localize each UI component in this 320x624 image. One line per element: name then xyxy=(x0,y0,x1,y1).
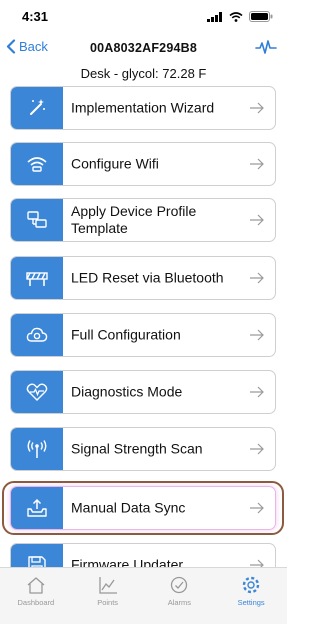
icon-tile xyxy=(11,143,63,185)
content-area[interactable]: Desk - glycol: 72.28 F Implementation Wi… xyxy=(0,62,287,568)
alarm-icon xyxy=(171,576,188,594)
gear-icon xyxy=(242,576,260,594)
menu-item-full-configuration[interactable]: Full Configuration xyxy=(10,313,276,357)
devices-icon xyxy=(27,211,47,228)
chevron-left-icon xyxy=(6,39,16,54)
pulse-icon xyxy=(255,40,277,54)
menu-item-label: Full Configuration xyxy=(71,326,181,343)
menu-item-diagnostics-mode[interactable]: Diagnostics Mode xyxy=(10,370,276,414)
back-button[interactable]: Back xyxy=(6,39,48,54)
tab-alarms[interactable]: Alarms xyxy=(144,568,216,624)
cellular-signal-icon xyxy=(207,11,222,22)
wifi-status-icon xyxy=(229,11,243,22)
tab-bar: Dashboard Points Alarms Settings xyxy=(0,567,287,624)
menu-item-label: Configure Wifi xyxy=(71,155,159,172)
menu-item-apply-device-profile-template[interactable]: Apply Device Profile Template xyxy=(10,198,276,242)
icon-tile xyxy=(11,371,63,413)
battery-icon xyxy=(249,11,273,22)
activity-button[interactable] xyxy=(255,39,277,60)
arrow-right-icon xyxy=(249,102,265,114)
heart-pulse-icon xyxy=(26,383,48,401)
menu-item-implementation-wizard[interactable]: Implementation Wizard xyxy=(10,86,276,130)
icon-tile xyxy=(11,428,63,470)
status-time: 4:31 xyxy=(22,9,49,24)
menu-item-signal-strength-scan[interactable]: Signal Strength Scan xyxy=(10,427,276,471)
upload-tray-icon xyxy=(27,498,47,517)
menu-item-label: Apply Device Profile Template xyxy=(71,203,197,236)
chart-icon xyxy=(98,577,117,594)
icon-tile xyxy=(11,314,63,356)
status-icons xyxy=(207,11,273,22)
icon-tile xyxy=(11,487,63,529)
arrow-right-icon xyxy=(249,329,265,341)
wifi-icon xyxy=(27,157,47,172)
antenna-icon xyxy=(27,440,47,458)
menu-item-led-reset-via-bluetooth[interactable]: LED Reset via Bluetooth xyxy=(10,256,276,300)
menu-item-configure-wifi[interactable]: Configure Wifi xyxy=(10,142,276,186)
tab-dashboard[interactable]: Dashboard xyxy=(0,568,72,624)
menu-item-label: Diagnostics Mode xyxy=(71,383,183,400)
status-bar: 4:31 xyxy=(0,0,287,34)
icon-tile xyxy=(11,199,63,241)
tab-label: Settings xyxy=(237,598,265,607)
tab-label: Points xyxy=(97,598,119,607)
cloud-gear-icon xyxy=(26,327,48,342)
icon-tile xyxy=(11,257,63,299)
tab-label: Dashboard xyxy=(17,598,55,607)
menu-item-firmware-updater[interactable]: Firmware Updater xyxy=(10,543,276,568)
icon-tile xyxy=(11,87,63,129)
device-status: Desk - glycol: 72.28 F xyxy=(80,66,207,81)
tab-points[interactable]: Points xyxy=(72,568,144,624)
menu-item-label: LED Reset via Bluetooth xyxy=(71,269,224,286)
arrow-right-icon xyxy=(249,443,265,455)
barrier-icon xyxy=(26,272,48,286)
icon-tile xyxy=(11,544,63,568)
tab-settings[interactable]: Settings xyxy=(215,568,287,624)
menu-item-label: Implementation Wizard xyxy=(71,99,215,116)
tab-label: Alarms xyxy=(167,598,192,607)
back-label: Back xyxy=(19,39,48,54)
home-icon xyxy=(27,577,45,594)
magic-wand-icon xyxy=(30,99,45,115)
arrow-right-icon xyxy=(249,272,265,284)
arrow-right-icon xyxy=(249,502,265,514)
arrow-right-icon xyxy=(249,214,265,226)
arrow-right-icon xyxy=(249,386,265,398)
menu-item-label: Signal Strength Scan xyxy=(71,440,203,457)
arrow-right-icon xyxy=(249,158,265,170)
menu-item-manual-data-sync[interactable]: Manual Data Sync xyxy=(10,486,276,530)
nav-bar: Back 00A8032AF294B8 xyxy=(0,34,287,62)
menu-item-label: Manual Data Sync xyxy=(71,499,186,516)
